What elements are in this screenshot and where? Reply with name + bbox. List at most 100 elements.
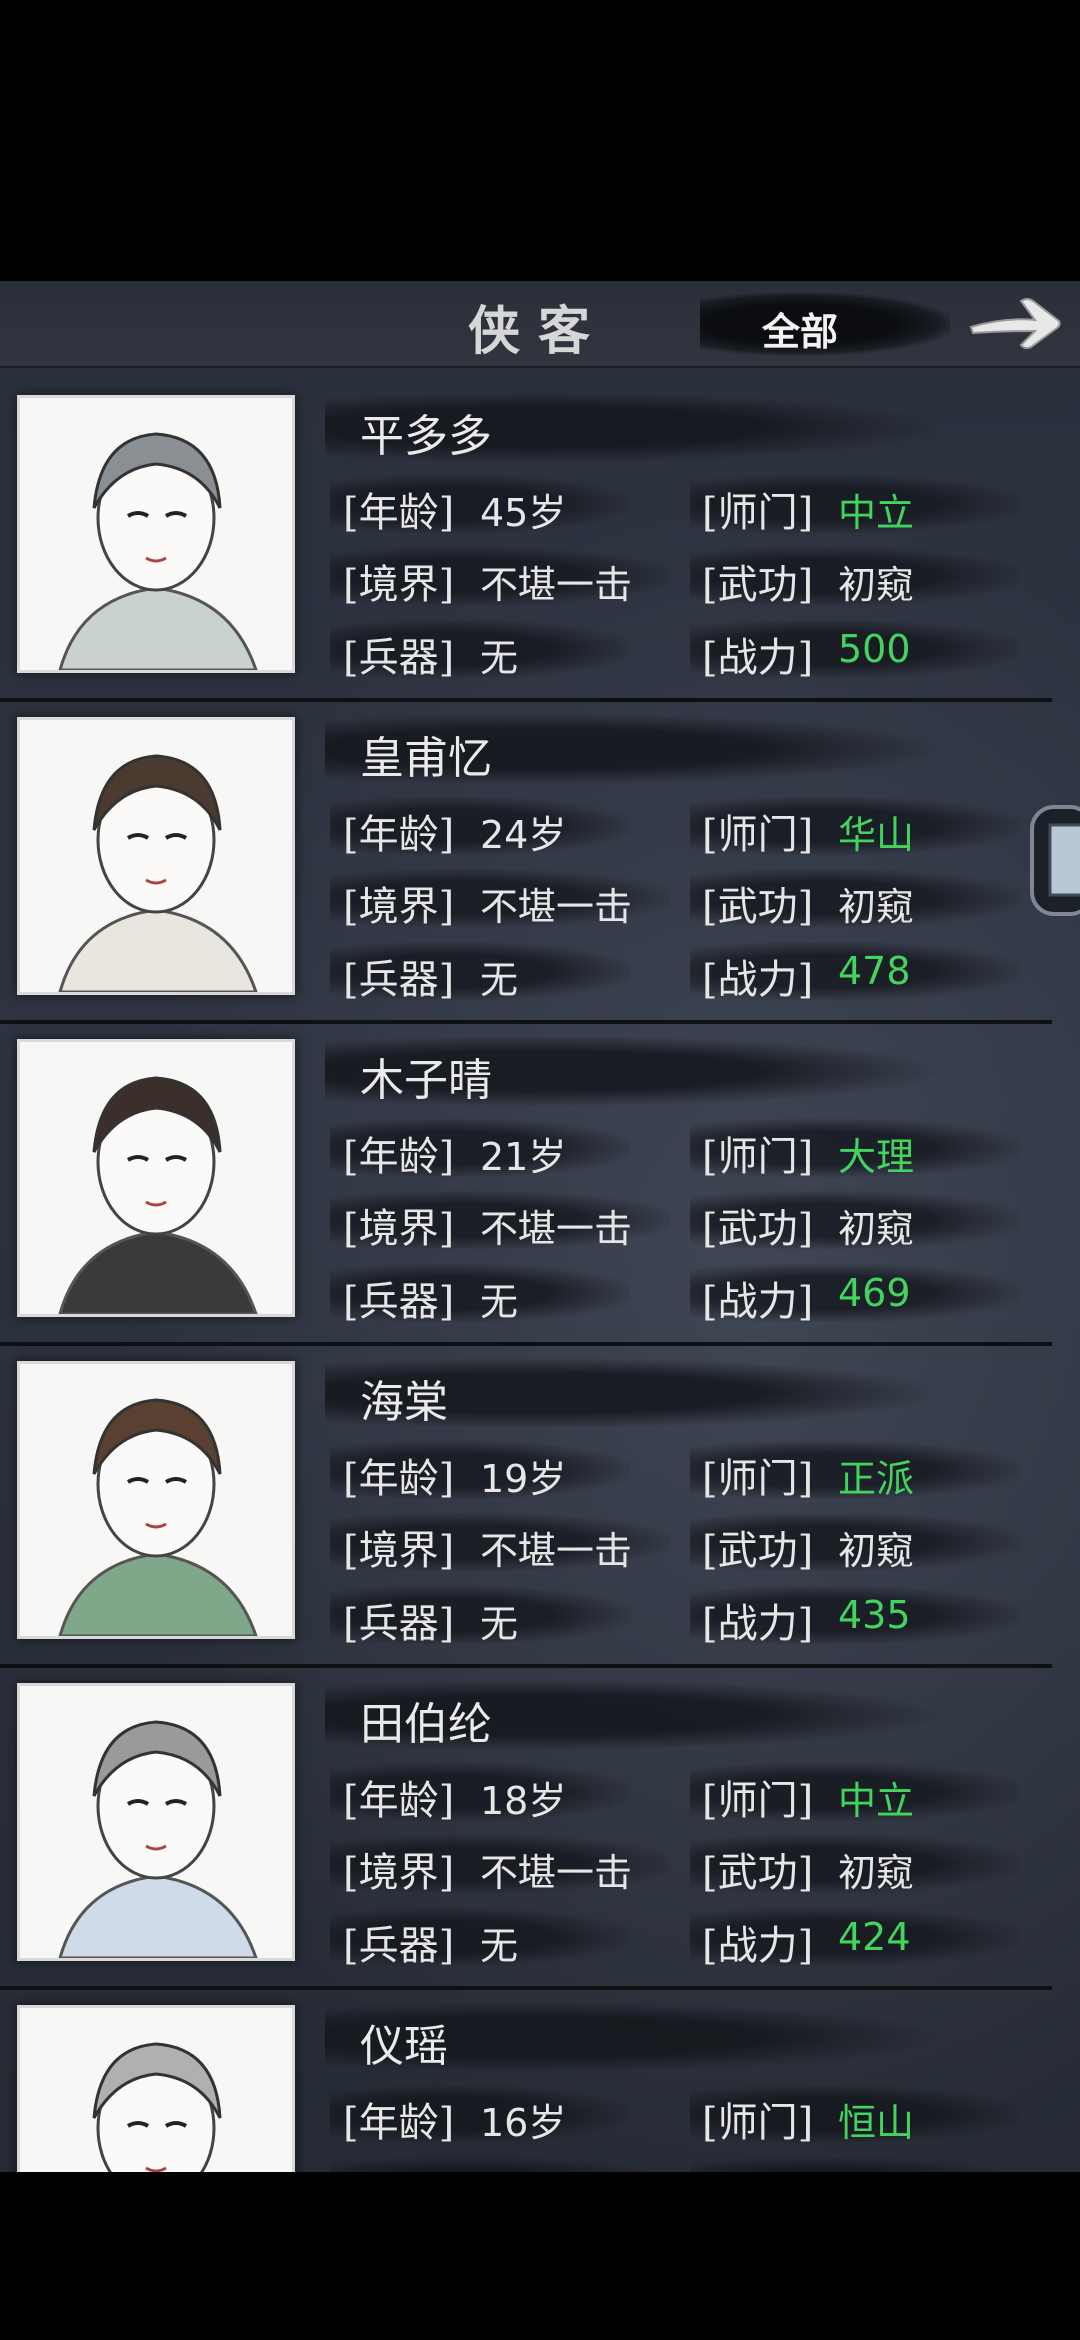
bottom-bar-area: [0, 2172, 1080, 2340]
age-value: 21岁: [480, 1135, 567, 1179]
age-label: [年龄]: [343, 1134, 455, 1180]
page-title: 侠客: [468, 301, 609, 362]
hero-list-panel: 侠客 全部 平多多 [年龄] 45岁 [境界] 不堪一击 [兵器] 无 [师门]…: [0, 281, 1080, 2172]
weapon-label: [兵器]: [343, 1601, 455, 1647]
kungfu-label: [武功]: [702, 1528, 814, 1574]
character-portrait-icon: [20, 1686, 292, 1958]
age-label: [年龄]: [343, 1778, 455, 1824]
hero-row[interactable]: 海棠 [年龄] 19岁 [境界] 不堪一击 [兵器] 无 [师门] 正派 [武功…: [0, 1346, 1080, 1668]
character-portrait-icon: [20, 1364, 292, 1636]
weapon-value: 无: [480, 636, 519, 680]
character-portrait-icon: [20, 1042, 292, 1314]
hero-name: 海棠: [360, 1377, 448, 1428]
character-portrait-icon: [20, 2008, 292, 2172]
kungfu-value: 初窥: [838, 1851, 915, 1895]
hero-name: 皇甫忆: [360, 733, 492, 784]
weapon-value: 无: [480, 1280, 519, 1324]
hero-name: 木子晴: [360, 1055, 492, 1106]
kungfu-label: [武功]: [702, 1206, 814, 1252]
age-label: [年龄]: [343, 490, 455, 536]
hero-portrait: [20, 398, 292, 670]
hero-portrait: [20, 1686, 292, 1958]
kungfu-label: [武功]: [702, 562, 814, 608]
power-value: 424: [838, 1915, 911, 1959]
realm-label: [境界]: [343, 1206, 455, 1252]
power-value: 478: [838, 949, 911, 993]
power-label: [战力]: [702, 957, 814, 1003]
age-value: 18岁: [480, 1779, 567, 1823]
power-label: [战力]: [702, 1279, 814, 1325]
age-label: [年龄]: [343, 812, 455, 858]
kungfu-value: 初窥: [838, 1529, 915, 1573]
sect-value: 华山: [838, 813, 915, 857]
power-label: [战力]: [702, 1923, 814, 1969]
character-portrait-icon: [20, 720, 292, 992]
power-label: [战力]: [702, 635, 814, 681]
weapon-label: [兵器]: [343, 635, 455, 681]
hero-row[interactable]: 平多多 [年龄] 45岁 [境界] 不堪一击 [兵器] 无 [师门] 中立 [武…: [0, 380, 1080, 702]
power-value: 500: [838, 627, 911, 671]
weapon-value: 无: [480, 1602, 519, 1646]
status-bar-area: [0, 0, 1080, 281]
sect-label: [师门]: [702, 2100, 814, 2146]
sect-value: 中立: [838, 1779, 915, 1823]
character-portrait-icon: [20, 398, 292, 670]
filter-button[interactable]: 全部: [700, 293, 950, 355]
kungfu-value: 初窥: [838, 885, 915, 929]
hero-portrait: [20, 720, 292, 992]
hero-row[interactable]: 田伯纶 [年龄] 18岁 [境界] 不堪一击 [兵器] 无 [师门] 中立 [武…: [0, 1668, 1080, 1990]
kungfu-value: 初窥: [838, 1207, 915, 1251]
kungfu-label: [武功]: [702, 1850, 814, 1896]
hero-portrait: [20, 1364, 292, 1636]
hero-portrait: [20, 2008, 292, 2172]
hero-name: 仪瑶: [360, 2021, 448, 2072]
filter-label: 全部: [762, 310, 839, 354]
power-value: 469: [838, 1271, 911, 1315]
realm-label: [境界]: [343, 1850, 455, 1896]
kungfu-label: [武功]: [702, 884, 814, 930]
sect-label: [师门]: [702, 1778, 814, 1824]
weapon-label: [兵器]: [343, 957, 455, 1003]
realm-label: [境界]: [343, 2162, 454, 2172]
arrow-right-icon[interactable]: [965, 287, 1065, 357]
weapon-label: [兵器]: [343, 1279, 455, 1325]
sect-value: 中立: [838, 491, 915, 535]
kungfu-value: 初窥: [838, 563, 915, 607]
age-label: [年龄]: [343, 1456, 455, 1502]
kungfu-value: 初窥: [838, 2164, 914, 2172]
hero-row[interactable]: 仪瑶 [年龄] 16岁 [境界] 不堪一击 [兵器] 无 [师门] 恒山 [武功…: [0, 1990, 1080, 2172]
sect-label: [师门]: [702, 1134, 814, 1180]
realm-label: [境界]: [343, 884, 455, 930]
sect-label: [师门]: [702, 490, 814, 536]
weapon-value: 无: [480, 1924, 519, 1968]
weapon-value: 无: [480, 958, 519, 1002]
header-bar: 侠客 全部: [0, 281, 1080, 368]
realm-value: 不堪一击: [480, 563, 633, 607]
hero-portrait: [20, 1042, 292, 1314]
weapon-label: [兵器]: [343, 1923, 455, 1969]
hero-name: 平多多: [360, 411, 492, 462]
kungfu-label: [武功]: [702, 2162, 813, 2172]
sect-value: 正派: [838, 1457, 915, 1501]
hero-row[interactable]: 皇甫忆 [年龄] 24岁 [境界] 不堪一击 [兵器] 无 [师门] 华山 [武…: [0, 702, 1080, 1024]
realm-value: 不堪一击: [480, 1851, 633, 1895]
power-label: [战力]: [702, 1601, 814, 1647]
hero-row[interactable]: 木子晴 [年龄] 21岁 [境界] 不堪一击 [兵器] 无 [师门] 大理 [武…: [0, 1024, 1080, 1346]
power-value: 435: [838, 1593, 911, 1637]
sect-label: [师门]: [702, 1456, 814, 1502]
realm-value: 不堪一击: [480, 1207, 633, 1251]
hero-name: 田伯纶: [360, 1699, 492, 1750]
age-value: 24岁: [480, 813, 567, 857]
sect-label: [师门]: [702, 812, 814, 858]
realm-value: 不堪一击: [480, 2164, 632, 2172]
age-label: [年龄]: [343, 2100, 455, 2146]
age-value: 16岁: [480, 2101, 567, 2145]
realm-value: 不堪一击: [480, 885, 633, 929]
age-value: 19岁: [480, 1457, 567, 1501]
realm-value: 不堪一击: [480, 1529, 633, 1573]
sect-value: 恒山: [838, 2101, 915, 2145]
realm-label: [境界]: [343, 1528, 455, 1574]
hero-list: 平多多 [年龄] 45岁 [境界] 不堪一击 [兵器] 无 [师门] 中立 [武…: [0, 380, 1080, 2172]
realm-label: [境界]: [343, 562, 455, 608]
age-value: 45岁: [480, 491, 567, 535]
